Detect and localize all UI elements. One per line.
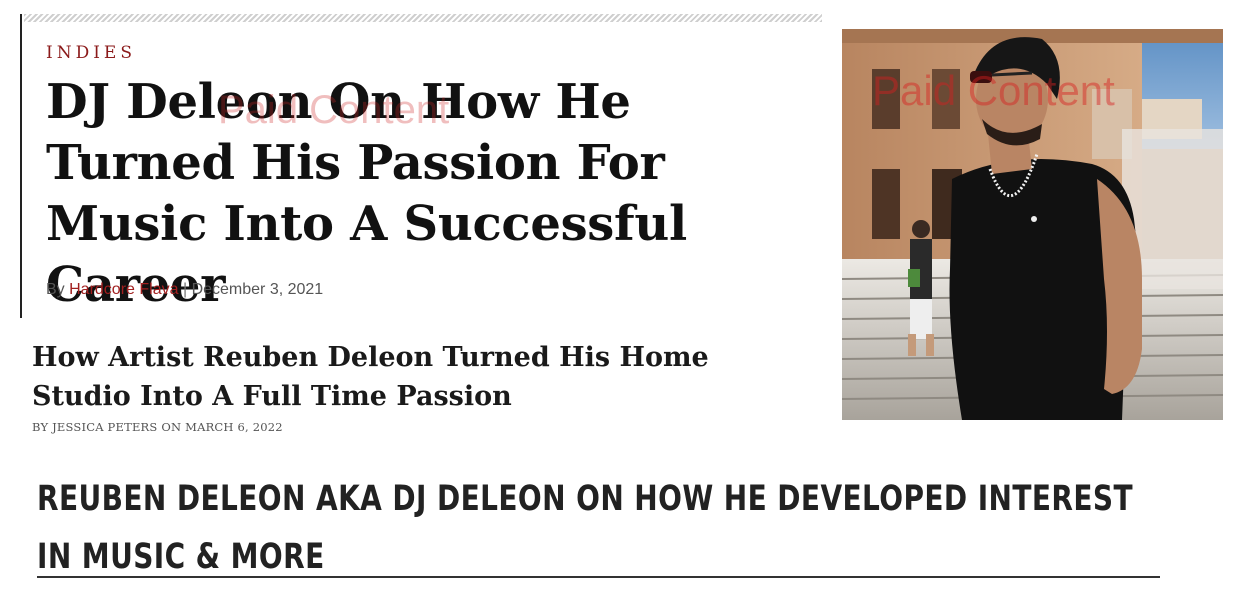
secondary-article: How Artist Reuben Deleon Turned His Home… <box>32 338 792 434</box>
artist-photo-illustration <box>842 29 1223 420</box>
secondary-byline: BY JESSICA PETERS ON MARCH 6, 2022 <box>32 420 283 434</box>
heading-underline <box>37 576 1160 578</box>
feature-heading[interactable]: REUBEN DELEON AKA DJ DELEON ON HOW HE DE… <box>37 470 1157 586</box>
byline-separator: | <box>182 281 188 298</box>
article-header: INDIES DJ Deleon On How He Turned His Pa… <box>0 0 830 320</box>
author-link[interactable]: Hardcore Flava <box>69 281 178 298</box>
article-byline: By Hardcore Flava | December 3, 2021 <box>46 280 323 299</box>
category-label[interactable]: INDIES <box>46 45 136 62</box>
vertical-divider <box>20 14 22 318</box>
artist-photo <box>842 29 1223 420</box>
article-date: December 3, 2021 <box>191 281 324 298</box>
byline-prefix: By <box>46 281 65 298</box>
hatched-divider <box>24 14 822 22</box>
secondary-headline[interactable]: How Artist Reuben Deleon Turned His Home… <box>32 338 792 416</box>
feature-heading-section: REUBEN DELEON AKA DJ DELEON ON HOW HE DE… <box>37 470 1160 586</box>
